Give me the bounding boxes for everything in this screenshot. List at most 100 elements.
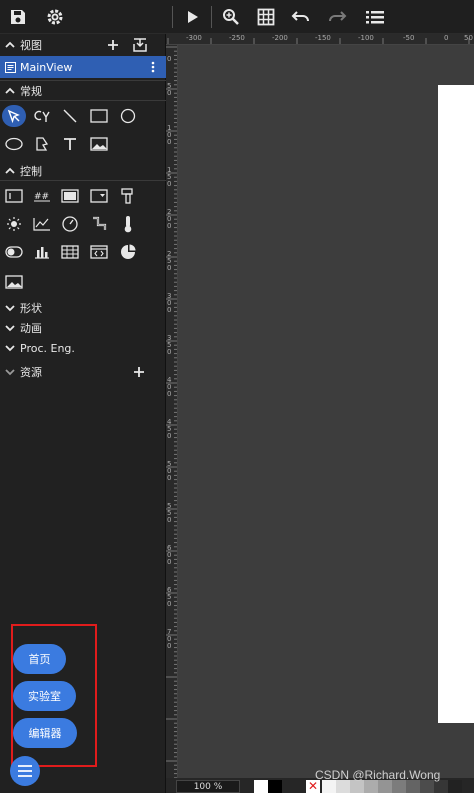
animation-section-label: 动画 <box>20 322 42 335</box>
app-window: 视图 MainView 常规 控制 ## 形状 动画 Proc. Eng. 资源… <box>0 0 474 793</box>
canvas-page[interactable] <box>438 85 474 723</box>
divider <box>0 180 166 181</box>
ruler-label: 250 <box>167 250 172 272</box>
general-section-label: 常规 <box>20 85 42 98</box>
ruler-label: -200 <box>272 34 288 42</box>
ruler-label: 700 <box>167 628 172 650</box>
gauge-icon[interactable] <box>58 213 82 235</box>
vertical-ruler: 0 50 100 150 200 250 300 350 400 450 500 550 600 650 7… <box>166 45 178 778</box>
switch-icon[interactable] <box>2 241 26 263</box>
ruler-label: 500 <box>167 460 172 482</box>
chevron-down-icon <box>0 324 20 332</box>
save-icon[interactable] <box>6 5 30 29</box>
ruler-label: 50 <box>464 34 473 42</box>
ruler-label: 650 <box>167 586 172 608</box>
pipe-icon[interactable] <box>87 213 111 235</box>
shapes-section-header[interactable]: 形状 <box>0 300 166 316</box>
top-toolbar <box>0 0 474 34</box>
slider-control-icon[interactable] <box>116 185 140 207</box>
color-swatch[interactable] <box>268 780 282 793</box>
rectangle-tool-icon[interactable] <box>87 105 111 127</box>
mainview-label: MainView <box>20 60 73 74</box>
mainview-item[interactable]: MainView <box>0 56 166 78</box>
hamburger-icon <box>17 762 33 781</box>
menu-button[interactable] <box>10 756 40 786</box>
ruler-label: 600 <box>167 544 172 566</box>
ruler-label: 450 <box>167 418 172 440</box>
add-view-icon[interactable] <box>101 34 125 56</box>
redo-icon[interactable] <box>325 5 349 29</box>
divider <box>0 100 166 101</box>
ruler-label: 100 <box>167 124 172 146</box>
ruler-label: -50 <box>403 34 415 42</box>
zoom-icon[interactable] <box>219 5 243 29</box>
resources-section-label: 资源 <box>20 366 42 379</box>
undo-icon[interactable] <box>289 5 313 29</box>
ruler-label: -100 <box>358 34 374 42</box>
color-swatch[interactable] <box>254 780 268 793</box>
divider <box>0 80 166 81</box>
ruler-label: -150 <box>315 34 331 42</box>
ruler-label: 550 <box>167 502 172 524</box>
controls-section-label: 控制 <box>20 165 42 178</box>
ruler-label: 50 <box>167 82 172 97</box>
more-vertical-icon[interactable] <box>150 61 156 76</box>
thermometer-icon[interactable] <box>116 213 140 235</box>
view-icon <box>0 61 20 73</box>
label-control-icon[interactable] <box>2 185 26 207</box>
ruler-label: 0 <box>444 34 449 42</box>
ruler-label: 200 <box>167 208 172 230</box>
design-canvas[interactable] <box>178 45 474 778</box>
views-section-label: 视图 <box>20 39 42 52</box>
chevron-down-icon <box>0 304 20 312</box>
chevron-up-icon <box>0 167 20 175</box>
controls-section-header[interactable]: 控制 <box>0 162 166 180</box>
picture-control-icon[interactable] <box>2 271 26 293</box>
proc-eng-section-header[interactable]: Proc. Eng. <box>0 340 166 356</box>
ellipse-tool-icon[interactable] <box>2 133 26 155</box>
color-swatch[interactable] <box>448 780 462 793</box>
light-indicator-icon[interactable] <box>2 213 26 235</box>
ruler-label: 0 <box>167 55 172 63</box>
ruler-label: -300 <box>186 34 202 42</box>
grid-icon[interactable] <box>254 5 278 29</box>
toolbar-separator <box>172 6 173 28</box>
chevron-up-icon <box>0 87 20 95</box>
chevron-down-icon <box>0 344 20 352</box>
bar-chart-icon[interactable] <box>30 241 54 263</box>
ruler-label: -250 <box>229 34 245 42</box>
zoom-level[interactable]: 100 % <box>176 780 240 793</box>
trend-chart-icon[interactable] <box>30 213 54 235</box>
add-resource-icon[interactable] <box>127 361 151 383</box>
general-section-header[interactable]: 常规 <box>0 82 166 100</box>
toolbar-separator <box>211 6 212 28</box>
ruler-label: 150 <box>167 166 172 188</box>
ruler-label: 350 <box>167 334 172 356</box>
button-control-icon[interactable] <box>58 185 82 207</box>
polyline-tool-icon[interactable] <box>30 105 54 127</box>
chevron-down-icon <box>0 368 20 376</box>
value-control-icon[interactable]: ## <box>30 185 54 207</box>
text-tool-icon[interactable] <box>58 133 82 155</box>
dropdown-control-icon[interactable] <box>87 185 111 207</box>
circle-tool-icon[interactable] <box>116 105 140 127</box>
list-icon[interactable] <box>363 5 387 29</box>
line-tool-icon[interactable] <box>58 105 82 127</box>
polygon-tool-icon[interactable] <box>30 133 54 155</box>
ruler-label: 400 <box>167 376 172 398</box>
proc-eng-section-label: Proc. Eng. <box>20 341 75 355</box>
animation-section-header[interactable]: 动画 <box>0 320 166 336</box>
table-icon[interactable] <box>58 241 82 263</box>
pie-chart-icon[interactable] <box>116 241 140 263</box>
watermark: CSDN @Richard.Wong <box>315 768 441 782</box>
pointer-tool-icon[interactable] <box>2 105 26 127</box>
play-icon[interactable] <box>180 5 204 29</box>
image-tool-icon[interactable] <box>87 133 111 155</box>
html-frame-icon[interactable] <box>87 241 111 263</box>
import-icon[interactable] <box>128 34 152 56</box>
horizontal-ruler: -300 -250 -200 -150 -100 -50 0 50 <box>166 34 474 45</box>
settings-icon[interactable] <box>43 5 67 29</box>
highlight-box <box>11 624 97 767</box>
vertical-ruler-ticks <box>166 46 177 778</box>
ruler-label: 300 <box>167 292 172 314</box>
